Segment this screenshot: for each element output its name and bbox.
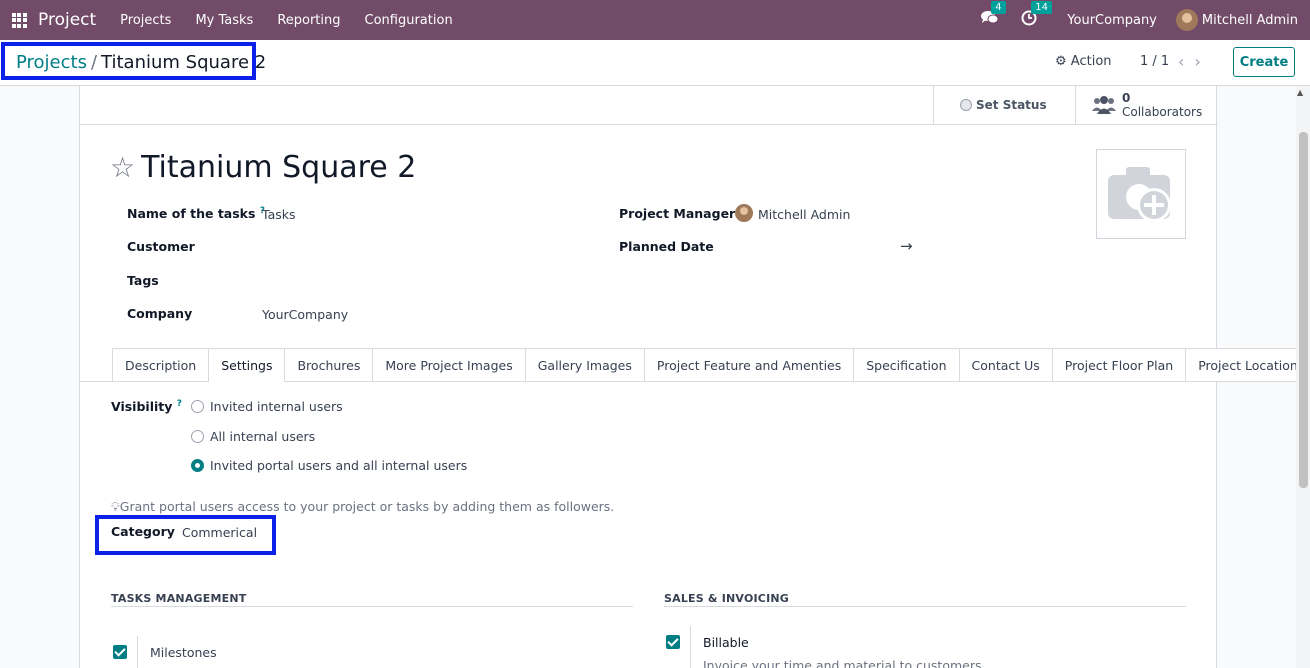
menu-projects[interactable]: Projects [108,13,183,28]
radio-button[interactable] [191,400,204,413]
portal-hint-text: Grant portal users access to your projec… [119,499,615,514]
billable-divider [690,626,691,668]
sales-invoicing-divider [664,606,1186,607]
collaborators-button[interactable]: 0 Collaborators [1075,86,1218,124]
chevron-left-icon[interactable]: ‹ [1178,52,1194,71]
visibility-option-all-internal[interactable]: All internal users [191,429,315,444]
tab-settings[interactable]: Settings [209,348,286,382]
set-status-button[interactable]: Set Status [933,86,1075,124]
pager-arrows: ‹› [1178,52,1211,71]
billable-checkbox[interactable] [666,635,680,649]
scrollbar-thumb[interactable] [1299,132,1308,488]
menu-configuration[interactable]: Configuration [353,13,465,28]
set-status-label: Set Status [976,98,1047,112]
tab-gallery-images[interactable]: Gallery Images [525,348,645,382]
milestones-label: Milestones [150,645,217,660]
user-avatar[interactable] [1175,9,1198,31]
messages-button[interactable]: 4 [981,1,1006,30]
radio-label: Invited internal users [210,399,343,414]
camera-add-icon [1108,167,1171,222]
radio-button[interactable] [191,430,204,443]
tasks-management-title: TASKS MANAGEMENT [111,592,247,605]
radio-label: Invited portal users and all internal us… [210,458,468,473]
tasks-management-divider [111,606,633,607]
company-field[interactable]: YourCompany [262,307,348,322]
status-circle-icon [960,99,972,111]
create-button[interactable]: Create [1233,47,1295,77]
tab-contact-us[interactable]: Contact Us [959,348,1053,382]
tags-label: Tags [127,273,159,288]
project-manager-label: Project Manager [619,206,736,221]
company-label: Company [127,306,193,321]
company-switcher[interactable]: YourCompany [1067,13,1157,28]
tab-brochures[interactable]: Brochures [285,348,374,382]
apps-menu-icon[interactable] [0,0,38,40]
messages-count-badge: 4 [991,1,1006,14]
project-title[interactable]: Titanium Square 2 [141,150,416,185]
scroll-up-arrow-icon[interactable]: ▲ [1297,88,1303,97]
tab-project-location-plan[interactable]: Project Location Plan [1186,348,1310,382]
action-button[interactable]: ⚙ Action [1055,54,1112,69]
top-navbar: Project Projects My Tasks Reporting Conf… [0,0,1310,40]
chevron-right-icon[interactable]: › [1194,52,1210,71]
collaborators-label: Collaborators [1122,105,1203,119]
name-of-tasks-field[interactable]: Tasks [262,207,296,222]
billable-label: Billable [703,635,749,650]
lightbulb-icon: 💡︎ [111,499,120,514]
tab-more-project-images[interactable]: More Project Images [373,348,526,382]
title-row: ☆ Titanium Square 2 [110,150,416,185]
tab-project-floor-plan[interactable]: Project Floor Plan [1052,348,1187,382]
visibility-option-portal[interactable]: Invited portal users and all internal us… [191,458,467,473]
tab-project-feature-amenties[interactable]: Project Feature and Amenties [644,348,855,382]
gear-icon: ⚙ [1055,54,1067,69]
billable-description: Invoice your time and material to custom… [703,658,982,668]
customer-label: Customer [127,239,195,254]
tags-field[interactable] [262,271,562,291]
visibility-label: Visibility ? [111,399,182,415]
planned-date-arrow-icon: → [900,237,913,255]
activities-count-badge: 14 [1031,1,1053,14]
project-image-upload[interactable] [1096,149,1186,239]
tab-specification[interactable]: Specification [854,348,960,382]
customer-field[interactable] [262,237,562,257]
breadcrumb-highlight-box [1,42,256,80]
activities-button[interactable]: 14 [1021,1,1053,30]
user-menu[interactable]: Mitchell Admin [1202,13,1298,28]
sales-invoicing-title: SALES & INVOICING [664,592,789,605]
menu-my-tasks[interactable]: My Tasks [183,13,265,28]
app-name[interactable]: Project [38,10,96,30]
radio-button-selected[interactable] [191,459,204,472]
users-icon [1092,96,1116,114]
milestones-divider [137,636,138,668]
tab-description[interactable]: Description [112,348,210,382]
category-highlight-box [95,515,276,555]
form-sheet: Set Status 0 Collaborators ☆ Titanium Sq… [79,86,1310,668]
action-label: Action [1070,54,1112,69]
button-box: Set Status 0 Collaborators [80,86,1218,125]
milestones-checkbox[interactable] [113,645,127,659]
planned-date-label: Planned Date [619,239,714,254]
name-of-tasks-label: Name of the tasks ? [127,206,266,222]
collaborators-count: 0 [1122,91,1131,105]
radio-label: All internal users [210,429,316,444]
menu-reporting[interactable]: Reporting [265,13,352,28]
project-manager-field[interactable]: Mitchell Admin [758,207,850,222]
visibility-help-icon[interactable]: ? [177,399,182,409]
star-icon[interactable]: ☆ [110,151,135,184]
notebook-tabs: Description Settings Brochures More Proj… [112,348,1310,382]
project-manager-avatar [735,204,753,222]
pager-value[interactable]: 1 / 1 [1140,54,1169,69]
visibility-option-invited-internal[interactable]: Invited internal users [191,399,343,414]
portal-hint: 💡︎Grant portal users access to your proj… [111,499,614,515]
